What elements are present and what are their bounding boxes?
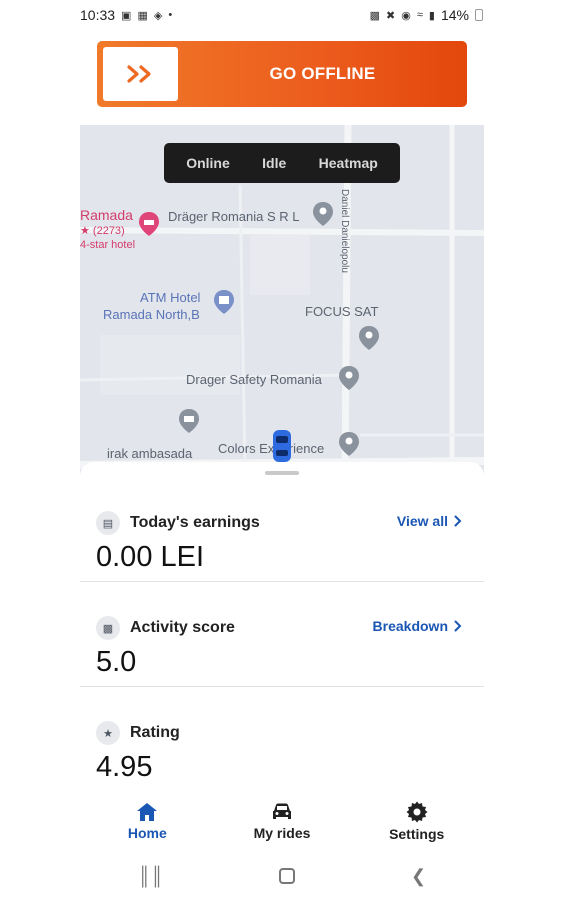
- earnings-card[interactable]: ▤ Today's earnings View all 0.00 LEI: [80, 477, 484, 582]
- earnings-value: 0.00 LEI: [96, 541, 205, 573]
- map-mode-tabs: Online Idle Heatmap: [164, 143, 400, 183]
- gear-icon: [406, 801, 428, 822]
- car-icon: [273, 803, 291, 819]
- view-all-link[interactable]: View all: [397, 513, 462, 529]
- poi-focus-sat[interactable]: FOCUS SAT: [305, 304, 378, 319]
- atm-pin-icon: [214, 290, 234, 314]
- home-icon: [137, 802, 158, 821]
- status-time: 10:33: [80, 7, 116, 23]
- signal-status-icon: ▮: [428, 9, 435, 22]
- poi-ramada[interactable]: Ramada: [80, 207, 133, 223]
- image-status-icon: ▦: [137, 9, 148, 22]
- poi-irak-ambasada[interactable]: irak ambasada: [107, 446, 192, 461]
- star-icon: ★: [96, 721, 120, 745]
- summary-sheet: ▤ Today's earnings View all 0.00 LEI ▩ A…: [80, 462, 484, 792]
- chart-icon: ▩: [96, 616, 120, 640]
- app-status-icon: ◈: [153, 9, 163, 22]
- embassy-pin-icon: [179, 409, 199, 433]
- location-pin-icon: [339, 432, 359, 456]
- back-icon[interactable]: ❮: [411, 866, 426, 887]
- activity-value: 5.0: [96, 646, 137, 678]
- activity-title: Activity score: [130, 619, 235, 636]
- breakdown-label: Breakdown: [372, 618, 448, 634]
- wallet-icon: ▤: [96, 511, 120, 535]
- location-status-icon: ◉: [401, 9, 411, 22]
- hotel-pin-icon: [139, 212, 159, 236]
- dot-status-icon: •: [168, 9, 173, 21]
- slider-knob[interactable]: [103, 47, 178, 101]
- driver-car-icon: [273, 430, 291, 462]
- double-chevron-right-icon: [126, 65, 151, 83]
- mute-status-icon: ✖: [386, 9, 396, 22]
- view-all-label: View all: [396, 513, 448, 529]
- nav-home-label: Home: [127, 824, 167, 841]
- poi-drager-romania[interactable]: Dräger Romania S R L: [168, 209, 300, 224]
- lock-status-icon: ▩: [369, 9, 381, 22]
- tab-heatmap[interactable]: Heatmap: [319, 155, 378, 171]
- nav-my-rides-label: My rides: [253, 824, 311, 841]
- recents-icon[interactable]: ║║: [138, 866, 164, 887]
- battery-percent: 14%: [440, 7, 469, 23]
- tab-idle[interactable]: Idle: [262, 155, 286, 171]
- battery-icon: [475, 9, 483, 21]
- nav-settings-label: Settings: [389, 825, 445, 842]
- location-pin-icon: [339, 366, 359, 390]
- poi-ramada-class: 4-star hotel: [80, 239, 136, 251]
- go-offline-label: GO OFFLINE: [269, 64, 376, 83]
- nav-my-rides[interactable]: My rides: [215, 792, 350, 850]
- rating-value: 4.95: [96, 751, 153, 783]
- rating-card: ★ Rating 4.95: [80, 687, 484, 792]
- location-pin-icon: [359, 326, 379, 350]
- map-view[interactable]: Online Idle Heatmap Ramada ★ (2273) 4-st…: [80, 125, 484, 475]
- home-system-icon[interactable]: [279, 868, 296, 884]
- poi-ramada-rating: ★ (2273): [80, 225, 125, 237]
- sheet-drag-handle[interactable]: [265, 471, 299, 475]
- poi-drager-safety[interactable]: Drager Safety Romania: [186, 372, 322, 387]
- wifi-status-icon: ≈: [416, 9, 423, 21]
- nav-settings[interactable]: Settings: [349, 792, 484, 850]
- street-label: Daniel Danielopolu: [339, 189, 350, 273]
- chevron-right-icon: [454, 515, 462, 527]
- chevron-right-icon: [454, 620, 462, 632]
- car-status-icon: ▣: [121, 9, 132, 22]
- poi-atm-hotel[interactable]: ATM Hotel: [140, 290, 200, 305]
- tab-online[interactable]: Online: [186, 155, 230, 171]
- rating-title: Rating: [130, 724, 180, 741]
- status-bar: 10:33 ▣ ▦ ◈ • ▩ ✖ ◉ ≈ ▮ 14%: [80, 0, 483, 30]
- location-pin-icon: [313, 202, 333, 226]
- earnings-title: Today's earnings: [130, 514, 260, 531]
- poi-ramada-north: Ramada North,B: [103, 307, 200, 322]
- activity-card[interactable]: ▩ Activity score Breakdown 5.0: [80, 582, 484, 687]
- go-offline-slider[interactable]: GO OFFLINE: [97, 41, 467, 107]
- nav-home[interactable]: Home: [80, 792, 215, 850]
- system-nav-bar: ║║ ❮: [80, 856, 484, 896]
- breakdown-link[interactable]: Breakdown: [373, 618, 462, 634]
- app-screen: 10:33 ▣ ▦ ◈ • ▩ ✖ ◉ ≈ ▮ 14% GO OFFLINE O…: [0, 0, 563, 900]
- bottom-nav: Home My rides Settings: [80, 792, 484, 850]
